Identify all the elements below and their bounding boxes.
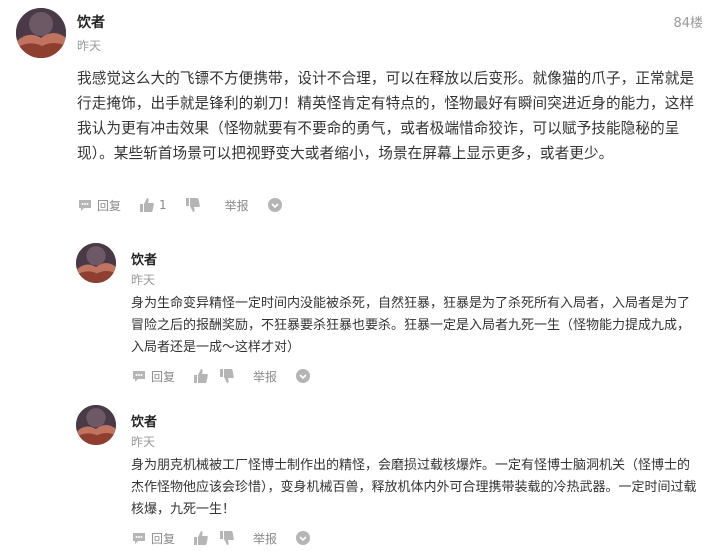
comment-actions: 回复 1 举报: [77, 195, 287, 215]
avatar[interactable]: [76, 405, 116, 445]
comment-date: 昨天: [131, 435, 156, 449]
reply-actions: 回复 举报: [131, 366, 315, 386]
avatar-image: [76, 243, 116, 283]
reply-icon[interactable]: [131, 368, 147, 384]
reply-text: 身为生命变异精怪一定时间内没能被杀死，自然狂暴，狂暴是为了杀死所有入局者，入局者…: [131, 296, 691, 355]
reply-icon[interactable]: [131, 530, 147, 546]
like-count: 1: [159, 198, 167, 212]
thumbs-down-icon[interactable]: [185, 197, 201, 213]
reply-text: 身为朋克机械被工厂怪博士制作出的精怪，会磨损过载核爆炸。一定有怪博士脑洞机关（怪…: [131, 458, 697, 517]
thumbs-up-icon[interactable]: [193, 530, 209, 546]
chevron-down-icon[interactable]: [267, 197, 283, 213]
avatar[interactable]: [76, 243, 116, 283]
thumbs-down-icon[interactable]: [219, 368, 235, 384]
comment-date: 昨天: [131, 273, 156, 287]
reply-button[interactable]: 回复: [97, 197, 121, 214]
report-button[interactable]: 举报: [253, 530, 277, 547]
floor-number: 84楼: [673, 16, 703, 31]
reply-actions: 回复 举报: [131, 528, 315, 548]
report-button[interactable]: 举报: [253, 368, 277, 385]
avatar[interactable]: [16, 8, 66, 58]
reply-icon[interactable]: [77, 197, 93, 213]
author-name[interactable]: 饮者: [131, 249, 157, 268]
comment-date: 昨天: [77, 39, 102, 53]
reply-button[interactable]: 回复: [151, 368, 175, 385]
reply-button[interactable]: 回复: [151, 530, 175, 547]
author-name[interactable]: 饮者: [131, 411, 157, 430]
chevron-down-icon[interactable]: [295, 368, 311, 384]
avatar-image: [76, 405, 116, 445]
avatar-image: [16, 8, 66, 58]
chevron-down-icon[interactable]: [295, 530, 311, 546]
comment-text: 我感觉这么大的飞镖不方便携带，设计不合理，可以在释放以后变形。就像猫的爪子，正常…: [77, 70, 695, 162]
thumbs-up-icon[interactable]: [139, 197, 155, 213]
thumbs-down-icon[interactable]: [219, 530, 235, 546]
thumbs-up-icon[interactable]: [193, 368, 209, 384]
report-button[interactable]: 举报: [225, 197, 249, 214]
author-name[interactable]: 饮者: [77, 12, 105, 32]
